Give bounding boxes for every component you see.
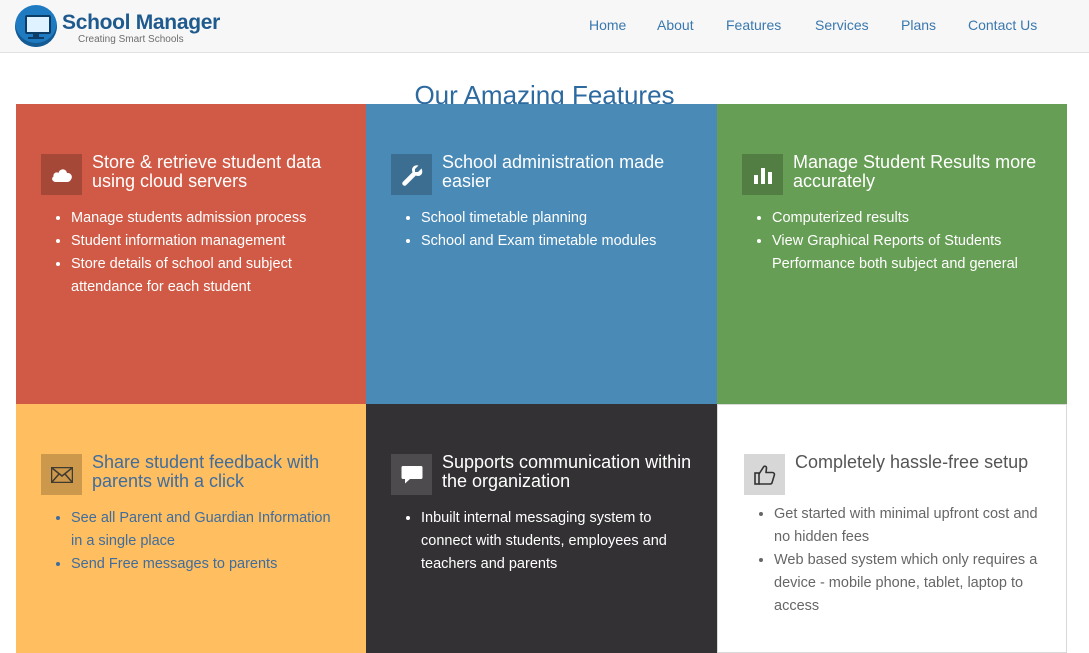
brand-name: School Manager [62,11,220,34]
feature-point: View Graphical Reports of Students Perfo… [772,230,1037,276]
nav-plans-link[interactable]: Plans [901,0,936,52]
feature-point: Store details of school and subject atte… [71,253,336,299]
chat-bubble-icon [391,454,432,495]
feature-title: Completely hassle-free setup [795,452,1029,472]
school-manager-logo[interactable]: School Manager Creating Smart Schools [15,5,220,47]
cloud-icon [41,154,82,195]
thumbs-up-icon [744,454,785,495]
feature-points-list: Computerized results View Graphical Repo… [754,207,1037,276]
bar-chart-icon [742,154,783,195]
feature-title: Share student feedback with parents with… [92,452,320,491]
feature-title: Supports communication within the organi… [442,452,692,491]
feature-points-list: Inbuilt internal messaging system to con… [403,507,686,576]
feature-point: Send Free messages to parents [71,553,336,576]
feature-title: Store & retrieve student data using clou… [92,152,322,191]
wrench-icon [391,154,432,195]
feature-points-list: See all Parent and Guardian Information … [53,507,336,576]
feature-tile-setup: Completely hassle-free setup Get started… [717,404,1067,653]
nav-contact-us-link[interactable]: Contact Us [968,0,1037,52]
envelope-icon [41,454,82,495]
feature-point: Manage students admission process [71,207,336,230]
feature-point: Inbuilt internal messaging system to con… [421,507,686,576]
nav-features-link[interactable]: Features [726,0,781,52]
feature-point: Student information management [71,230,336,253]
feature-point: Get started with minimal upfront cost an… [774,503,1039,549]
feature-point: See all Parent and Guardian Information … [71,507,336,553]
feature-tile-cloud-storage: Store & retrieve student data using clou… [16,104,366,404]
top-navigation-bar: School Manager Creating Smart Schools Ho… [0,0,1089,53]
monitor-icon [15,5,57,47]
brand-tagline: Creating Smart Schools [78,34,184,45]
feature-tile-communication: Supports communication within the organi… [366,404,717,653]
feature-point: Computerized results [772,207,1037,230]
nav-services-link[interactable]: Services [815,0,869,52]
feature-point: Web based system which only requires a d… [774,549,1039,618]
feature-points-list: School timetable planning School and Exa… [403,207,686,253]
feature-point: School and Exam timetable modules [421,230,686,253]
feature-tile-administration: School administration made easier School… [366,104,717,404]
feature-title: School administration made easier [442,152,665,191]
feature-tile-results: Manage Student Results more accurately C… [717,104,1067,404]
feature-point: School timetable planning [421,207,686,230]
feature-tile-parent-feedback: Share student feedback with parents with… [16,404,366,653]
feature-points-list: Manage students admission process Studen… [53,207,336,299]
feature-title: Manage Student Results more accurately [793,152,1037,191]
features-grid: Store & retrieve student data using clou… [16,104,1067,653]
feature-points-list: Get started with minimal upfront cost an… [756,503,1039,618]
nav-home-link[interactable]: Home [589,0,626,52]
nav-about-link[interactable]: About [657,0,694,52]
